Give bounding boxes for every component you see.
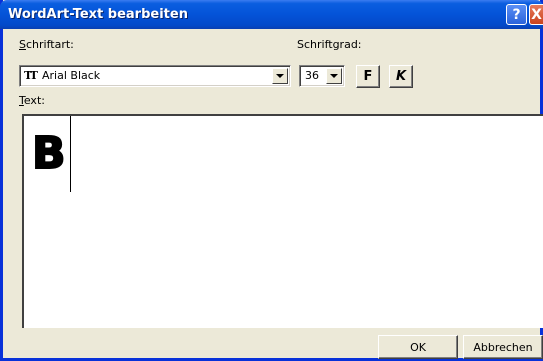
chevron-down-icon <box>330 74 338 78</box>
font-label: Schriftart: <box>19 38 74 51</box>
text-label: Text: <box>19 94 45 107</box>
text-label-text: ext: <box>23 94 45 107</box>
italic-button[interactable]: K <box>389 65 413 88</box>
text-caret <box>70 116 71 192</box>
bold-button[interactable]: F <box>356 65 380 88</box>
font-label-mnemonic: S <box>19 38 26 51</box>
font-dropdown-button[interactable] <box>272 68 288 84</box>
size-select[interactable]: 36 <box>299 65 345 87</box>
size-dropdown-button[interactable] <box>326 68 342 84</box>
size-label: Schriftgrad: <box>297 38 362 51</box>
text-input[interactable]: B <box>22 114 543 328</box>
close-icon: X <box>531 6 542 23</box>
font-select[interactable]: TT Arial Black <box>19 65 291 87</box>
font-select-value: Arial Black <box>42 69 101 82</box>
help-button[interactable]: ? <box>506 4 527 25</box>
ok-button[interactable]: OK <box>378 335 458 359</box>
help-icon: ? <box>512 6 521 23</box>
wordart-dialog: WordArt-Text bearbeiten ? X Schriftart: … <box>0 0 543 361</box>
close-button[interactable]: X <box>529 4 543 25</box>
cancel-button[interactable]: Abbrechen <box>463 335 543 359</box>
chevron-down-icon <box>276 74 284 78</box>
truetype-icon: TT <box>24 69 38 82</box>
font-label-text: chriftart: <box>25 38 74 51</box>
dialog-title: WordArt-Text bearbeiten <box>8 7 188 22</box>
title-bar[interactable]: WordArt-Text bearbeiten ? X <box>0 0 543 29</box>
size-select-value: 36 <box>305 69 319 82</box>
text-content: B <box>31 128 67 179</box>
size-label-text: Schriftgrad: <box>297 38 362 51</box>
